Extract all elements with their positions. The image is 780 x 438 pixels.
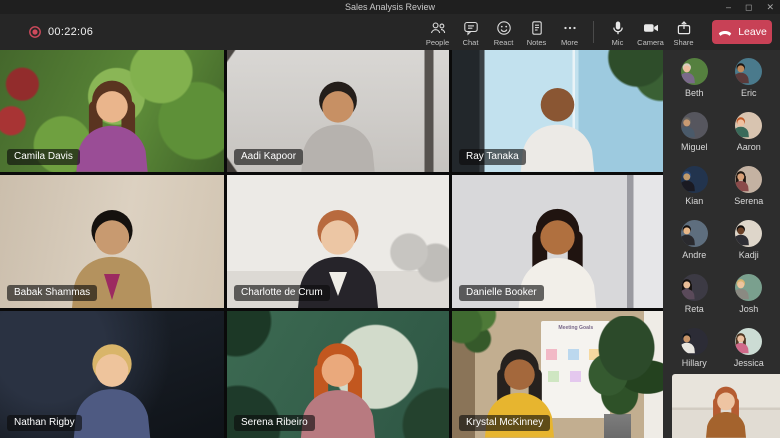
avatar: [680, 112, 708, 139]
participant-josh[interactable]: Josh: [735, 274, 763, 314]
participant-andre[interactable]: Andre: [680, 220, 708, 260]
video-tile-ray-tanaka[interactable]: Ray Tanaka: [452, 50, 663, 172]
avatar: [735, 220, 763, 247]
shirt-decor: [104, 274, 120, 300]
participant-name-label: Serena Ribeiro: [234, 415, 315, 431]
video-tile-danielle-booker[interactable]: Danielle Booker: [452, 175, 663, 308]
self-view-video[interactable]: [672, 374, 780, 438]
meeting-timer: 00:22:06: [48, 26, 94, 38]
teams-meeting-window: Sales Analysis Review – ◻ ✕ 00:22:06 Peo…: [0, 0, 780, 438]
recording-indicator: 00:22:06: [28, 25, 93, 39]
video-tile-krystal-mckinney[interactable]: Meeting Goals Krystal McKinney: [452, 311, 663, 438]
participant-aaron[interactable]: Aaron: [735, 112, 763, 152]
plant-icon: [549, 316, 663, 438]
share-icon: [677, 21, 690, 35]
participant-name-label: Ray Tanaka: [459, 149, 526, 165]
title-bar: Sales Analysis Review – ◻ ✕: [0, 0, 780, 14]
participant-name-label: Krystal McKinney: [459, 415, 551, 431]
self-figure: [672, 379, 780, 438]
avatar: [680, 328, 708, 355]
record-icon: [29, 26, 41, 38]
participant-serena[interactable]: Serena: [734, 166, 763, 206]
toolbar-divider: [593, 21, 594, 43]
avatar: [735, 166, 763, 193]
video-tile-babak-shammas[interactable]: Babak Shammas: [0, 175, 224, 308]
video-tile-serena-ribeiro[interactable]: Serena Ribeiro: [227, 311, 449, 438]
mic-button[interactable]: Mic: [601, 17, 634, 47]
participant-name-label: Nathan Rigby: [7, 415, 82, 431]
more-icon: [563, 26, 576, 30]
participant-name-label: Aadi Kapoor: [234, 149, 304, 165]
participants-sidebar: Beth Eric Miguel Aaron Kian Serena Andre…: [663, 50, 780, 438]
camera-button[interactable]: Camera: [634, 17, 667, 47]
participant-name-label: Babak Shammas: [7, 285, 98, 301]
avatar: [735, 274, 763, 301]
chat-button[interactable]: Chat: [454, 17, 487, 47]
participant-beth[interactable]: Beth: [680, 58, 708, 98]
avatar: [680, 58, 708, 85]
window-controls: – ◻ ✕: [726, 0, 774, 14]
maximize-button[interactable]: ◻: [745, 0, 752, 14]
video-tile-aadi-kapoor[interactable]: Aadi Kapoor: [227, 50, 449, 172]
avatar: [680, 220, 708, 247]
avatar: [680, 274, 708, 301]
participant-name-label: Camila Davis: [7, 149, 80, 165]
participant-miguel[interactable]: Miguel: [680, 112, 708, 152]
react-icon: [496, 21, 511, 35]
participant-eric[interactable]: Eric: [735, 58, 763, 98]
video-grid: Camila Davis Aadi Kapoor Ray Tanaka Baba…: [0, 50, 663, 438]
chat-icon: [463, 21, 478, 36]
avatar: [735, 112, 763, 139]
avatar: [735, 58, 763, 85]
participant-kadji[interactable]: Kadji: [735, 220, 763, 260]
avatar: [680, 166, 708, 193]
participant-kian[interactable]: Kian: [680, 166, 708, 206]
video-tile-charlotte-de-crum[interactable]: Charlotte de Crum: [227, 175, 449, 308]
participant-jessica[interactable]: Jessica: [734, 328, 764, 368]
mic-icon: [612, 21, 623, 35]
leave-button[interactable]: Leave: [712, 20, 772, 44]
participant-list: Beth Eric Miguel Aaron Kian Serena Andre…: [663, 58, 780, 368]
more-button[interactable]: More: [553, 17, 586, 47]
avatar: [735, 328, 763, 355]
people-button[interactable]: People: [421, 17, 454, 47]
react-button[interactable]: React: [487, 17, 520, 47]
participant-reta[interactable]: Reta: [680, 274, 708, 314]
share-button[interactable]: Share: [667, 17, 700, 47]
meeting-stage: Camila Davis Aadi Kapoor Ray Tanaka Baba…: [0, 50, 780, 438]
meeting-toolbar: 00:22:06 People Chat React Notes More Mi…: [0, 14, 780, 50]
notes-button[interactable]: Notes: [520, 17, 553, 47]
window-title: Sales Analysis Review: [344, 2, 436, 12]
close-button[interactable]: ✕: [766, 0, 774, 14]
people-icon: [430, 22, 445, 34]
toolbar-buttons: People Chat React Notes More Mic Camera …: [421, 17, 772, 47]
notes-icon: [531, 21, 542, 35]
participant-name-label: Danielle Booker: [459, 285, 544, 301]
camera-icon: [643, 24, 658, 32]
shirt-decor: [329, 272, 347, 296]
participant-name-label: Charlotte de Crum: [234, 285, 330, 301]
participant-hillary[interactable]: Hillary: [680, 328, 708, 368]
minimize-button[interactable]: –: [726, 0, 731, 14]
video-tile-nathan-rigby[interactable]: Nathan Rigby: [0, 311, 224, 438]
video-tile-camila-davis[interactable]: Camila Davis: [0, 50, 224, 172]
hang-up-icon: [718, 30, 732, 36]
